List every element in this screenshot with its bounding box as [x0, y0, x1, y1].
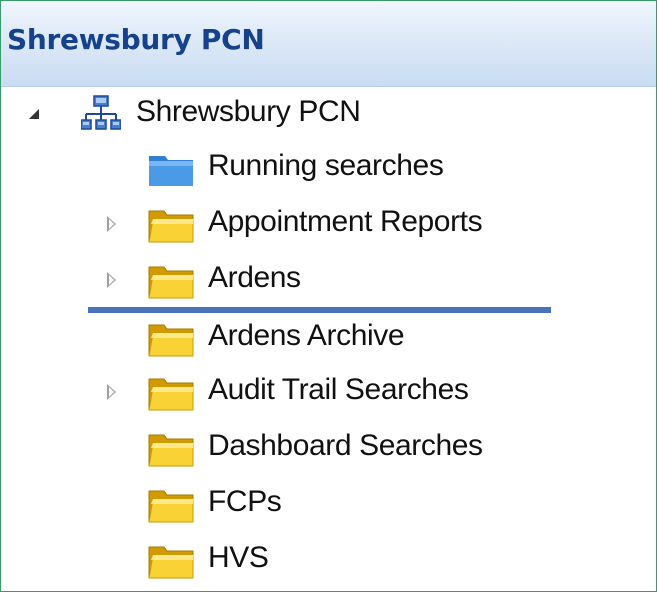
yellow-folder-icon	[147, 488, 195, 524]
tree-item-label: Running searches	[208, 149, 444, 182]
tree-item-label: Dashboard Searches	[208, 429, 483, 462]
tree-item-dashboard-searches[interactable]: Dashboard Searches	[1, 423, 656, 477]
yellow-folder-icon	[147, 544, 195, 580]
tree-item-appointment-reports[interactable]: Appointment Reports	[1, 199, 656, 253]
tree-item-running-searches[interactable]: Running searches	[1, 143, 656, 197]
tree-item-label: Ardens	[208, 261, 301, 294]
tree-root-label: Shrewsbury PCN	[136, 95, 361, 128]
tree-item-audit-trail-searches[interactable]: Audit Trail Searches	[1, 367, 656, 421]
panel-header: Shrewsbury PCN	[1, 1, 656, 87]
tree-item-label: Appointment Reports	[208, 205, 483, 238]
tree-item-hvs[interactable]: HVS	[1, 535, 656, 589]
tree-item-label: Ardens Archive	[208, 319, 405, 352]
expand-arrow-icon[interactable]	[107, 384, 116, 400]
expand-arrow-icon[interactable]	[107, 272, 116, 288]
tree-item-fcps[interactable]: FCPs	[1, 479, 656, 533]
yellow-folder-icon	[147, 322, 195, 358]
tree-root-node[interactable]: Shrewsbury PCN	[1, 89, 656, 141]
tree-panel: Shrewsbury PCN Shrewsbury PCN Running se…	[0, 0, 657, 592]
yellow-folder-icon	[147, 264, 195, 300]
organisation-network-icon	[80, 95, 122, 133]
tree-item-ardens-archive[interactable]: Ardens Archive	[1, 313, 656, 367]
yellow-folder-icon	[147, 376, 195, 412]
collapse-arrow-icon[interactable]	[29, 109, 39, 119]
tree-item-label: FCPs	[208, 485, 282, 518]
tree-item-label: Audit Trail Searches	[208, 373, 469, 406]
yellow-folder-icon	[147, 432, 195, 468]
drag-drop-insertion-line	[88, 307, 551, 313]
tree-item-label: HVS	[208, 541, 269, 574]
yellow-folder-icon	[147, 208, 195, 244]
panel-title: Shrewsbury PCN	[7, 23, 265, 56]
blue-folder-icon	[147, 152, 195, 188]
expand-arrow-icon[interactable]	[107, 216, 116, 232]
tree-item-ardens[interactable]: Ardens	[1, 255, 656, 309]
